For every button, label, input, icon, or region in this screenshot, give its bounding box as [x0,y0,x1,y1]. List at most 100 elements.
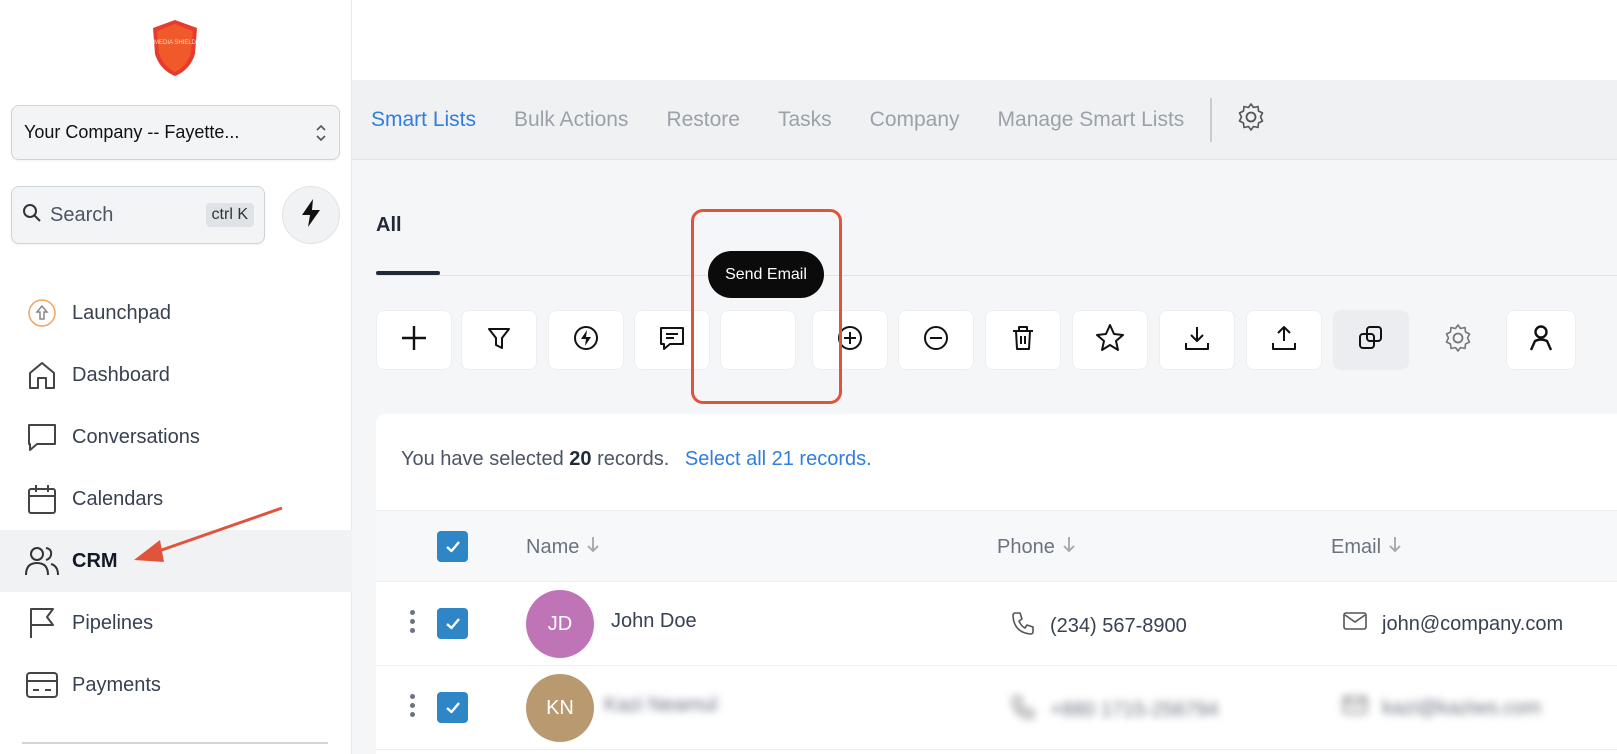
select-all-link[interactable]: Select all 21 records. [685,448,872,470]
selection-suffix: records. [597,448,670,470]
company-logo[interactable]: MEDIA SHIELD [150,18,200,78]
row-checkbox[interactable] [437,692,468,723]
filter-button[interactable] [461,310,537,370]
merge-contacts-button[interactable] [1333,310,1409,370]
assign-user-button[interactable] [1506,310,1576,370]
contacts-table: You have selected 20 records. Select all… [376,414,1617,754]
automation-icon [572,324,600,357]
contact-phone[interactable]: (234) 567-8900 [1010,610,1187,642]
tab-tasks[interactable]: Tasks [778,108,832,132]
logo-text: MEDIA SHIELD [154,40,197,46]
contact-email[interactable]: john@company.com [1342,610,1563,638]
subtab-all[interactable]: All [376,214,402,237]
trash-icon [1009,324,1037,357]
contact-phone[interactable]: +880 1715-256794 [1010,694,1219,726]
annotation-arrow-icon [134,506,283,562]
row-menu-icon[interactable] [410,610,416,633]
remove-tag-button[interactable] [898,310,974,370]
card-icon [24,667,60,703]
tab-smart-lists[interactable]: Smart Lists [371,108,476,132]
phone-icon [1010,610,1050,642]
launchpad-icon [24,295,60,331]
settings-gear-icon[interactable] [1236,102,1266,137]
search-placeholder: Search [50,203,114,226]
column-header-phone[interactable]: Phone [997,535,1077,559]
users-icon [24,543,60,579]
download-icon [1183,324,1211,357]
sidebar-item-label: Dashboard [72,363,170,386]
row-menu-icon[interactable] [410,694,416,717]
company-selector-label: Your Company -- Fayette... [24,122,240,142]
home-icon [24,357,60,393]
minus-circle-icon [922,324,950,357]
add-contact-button[interactable] [376,310,452,370]
calendar-icon [24,481,60,517]
tab-bulk-actions[interactable]: Bulk Actions [514,108,628,132]
lightning-icon [300,198,322,233]
table-header: Name Phone Email [376,510,1617,582]
contact-email[interactable]: kazi@kaziws.com [1342,694,1541,722]
sidebar: MEDIA SHIELD Your Company -- Fayette... … [0,0,352,754]
selection-count: 20 [569,448,592,470]
import-contacts-button[interactable] [1246,310,1322,370]
star-icon [1095,323,1125,358]
annotation-highlight-box [691,209,842,404]
row-checkbox[interactable] [437,608,468,639]
tabs-divider [1210,97,1213,142]
search-shortcut: ctrl K [205,203,254,227]
tab-company[interactable]: Company [870,108,960,132]
sidebar-item-payments[interactable]: Payments [0,654,352,716]
tabs-bar: Smart Lists Bulk Actions Restore Tasks C… [352,80,1617,160]
sidebar-item-dashboard[interactable]: Dashboard [0,344,352,406]
contact-name[interactable]: John Doe [611,610,697,633]
sidebar-divider [22,742,328,744]
phone-icon [1010,694,1050,726]
chevron-up-down-icon [315,122,327,144]
company-selector[interactable]: Your Company -- Fayette... [11,105,340,160]
sidebar-nav: Launchpad Dashboard Conversations Calend… [0,282,352,716]
selection-info: You have selected 20 records. Select all… [401,448,872,471]
quick-actions-button[interactable] [282,186,340,244]
sidebar-item-conversations[interactable]: Conversations [0,406,352,468]
sort-arrow-icon [1061,535,1077,559]
table-settings-button[interactable] [1420,310,1496,370]
avatar: JD [526,590,594,658]
send-review-request-button[interactable] [1072,310,1148,370]
search-icon [22,203,42,228]
plus-icon [400,324,428,357]
chat-icon [24,419,60,455]
tab-manage-smart-lists[interactable]: Manage Smart Lists [998,108,1185,132]
avatar: KN [526,674,594,742]
mail-icon [1342,610,1382,638]
sidebar-item-label: Payments [72,673,161,696]
table-row[interactable]: KN Kazi Neamul +880 1715-256794 kazi@kaz… [376,666,1617,750]
table-row[interactable]: JD John Doe (234) 567-8900 john@company.… [376,582,1617,666]
sms-icon [658,324,686,357]
flag-icon [24,605,60,641]
sidebar-item-label: Launchpad [72,301,171,324]
column-header-name[interactable]: Name [526,535,601,559]
top-header [352,0,1617,80]
filter-icon [486,325,512,356]
tab-restore[interactable]: Restore [666,108,740,132]
subtab-divider [376,275,1617,276]
sidebar-item-label: CRM [72,549,118,572]
sidebar-item-label: Pipelines [72,611,154,634]
contact-name[interactable]: Kazi Neamul [604,694,717,717]
copy-icon [1357,324,1385,357]
user-icon [1528,324,1554,357]
search-input[interactable]: Search ctrl K [11,186,265,244]
sidebar-item-launchpad[interactable]: Launchpad [0,282,352,344]
main-content: Smart Lists Bulk Actions Restore Tasks C… [352,0,1617,754]
sort-arrow-icon [585,535,601,559]
sidebar-item-label: Conversations [72,425,200,448]
sort-arrow-icon [1387,535,1403,559]
sidebar-item-pipelines[interactable]: Pipelines [0,592,352,654]
selection-prefix: You have selected [401,448,564,470]
select-all-checkbox[interactable] [437,531,468,562]
add-to-workflow-button[interactable] [548,310,624,370]
mail-icon [1342,694,1382,722]
column-header-email[interactable]: Email [1331,535,1403,559]
export-contacts-button[interactable] [1159,310,1235,370]
delete-contacts-button[interactable] [985,310,1061,370]
